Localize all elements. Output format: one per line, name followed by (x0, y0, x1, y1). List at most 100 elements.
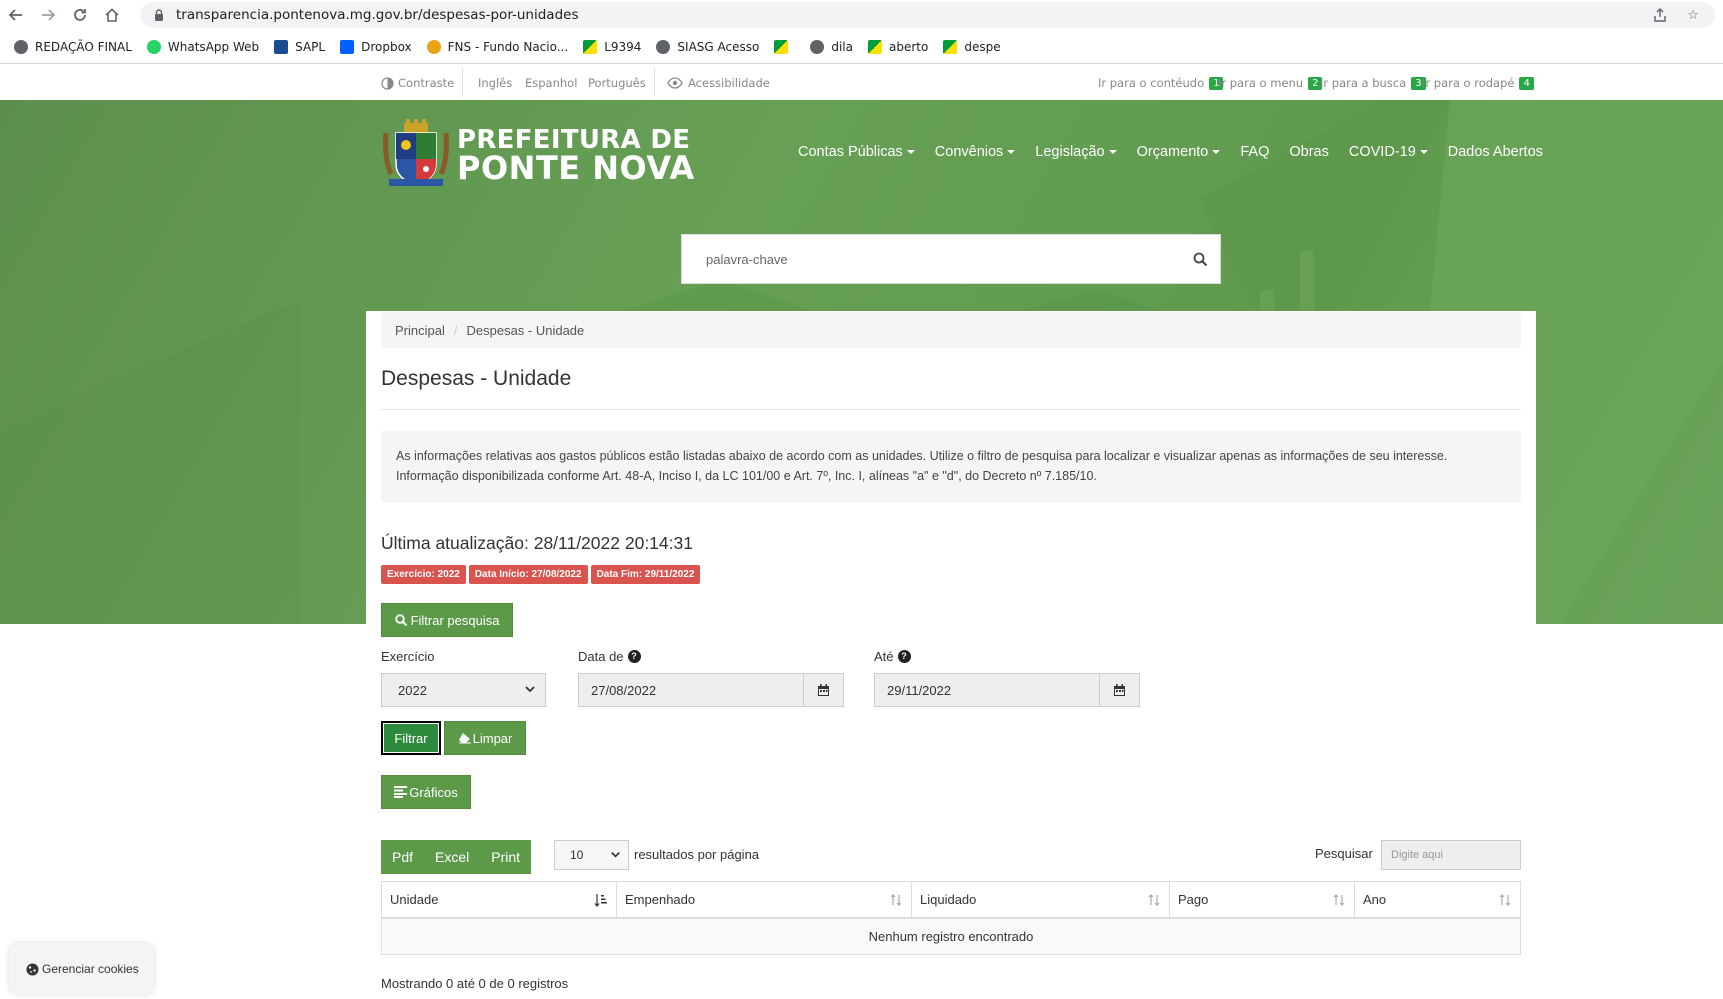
nav-item-label: Orçamento (1136, 144, 1209, 160)
filter-search-toggle-button[interactable]: Filtrar pesquisa (381, 603, 513, 637)
badge-data-inicio: Data Início: 27/08/2022 (468, 565, 588, 584)
caret-down-icon (906, 150, 915, 154)
breadcrumb-current: Despesas - Unidade (466, 322, 585, 338)
column-header-pago[interactable]: Pago (1169, 881, 1355, 919)
skip-to-content-link[interactable]: Ir para o contéudo 1 (1098, 76, 1224, 90)
column-header-ano[interactable]: Ano (1354, 881, 1521, 919)
help-question-icon[interactable]: ? (897, 650, 911, 663)
active-filter-badges: Exercício: 2022 Data Início: 27/08/2022 … (381, 565, 701, 584)
lang-pt-link[interactable]: Português (588, 76, 646, 90)
home-icon[interactable] (96, 0, 128, 30)
bookmark-star-icon[interactable]: ☆ (1687, 8, 1699, 23)
page-size-select[interactable]: 10 (554, 840, 629, 870)
forward-arrow-icon[interactable] (32, 0, 64, 30)
export-excel-button[interactable]: Excel (424, 840, 480, 874)
bookmark-item[interactable]: FNS - Fundo Nacio... (426, 39, 569, 54)
breadcrumb-home-link[interactable]: Principal (395, 323, 445, 338)
empty-table-message: Nenhum registro encontrado (381, 917, 1521, 955)
contrast-toggle[interactable]: Contraste (381, 76, 454, 90)
manage-cookies-button[interactable]: Gerenciar cookies (9, 943, 154, 995)
nav-item-covid-19[interactable]: COVID-19 (1349, 144, 1428, 160)
calendar-icon[interactable] (1100, 673, 1140, 707)
bookmark-item[interactable]: SAPL (274, 39, 326, 54)
bookmark-label: SAPL (295, 39, 326, 54)
column-header-unidade[interactable]: Unidade (381, 881, 617, 919)
bookmark-item[interactable] (774, 39, 795, 54)
bookmark-label: WhatsApp Web (167, 39, 260, 54)
bookmark-item[interactable]: Dropbox (340, 39, 412, 54)
dropbox-icon (340, 39, 355, 54)
expenses-table: Unidade Empenhado Liquidado Pago Ano Nen… (381, 881, 1521, 955)
ate-group: 29/11/2022 (874, 673, 1140, 707)
bookmark-item[interactable]: REDAÇÃO FINAL (14, 39, 132, 54)
url-text: transparencia.pontenova.mg.gov.br/despes… (176, 7, 579, 23)
nav-item-legislacao[interactable]: Legislação (1035, 144, 1117, 160)
bookmark-label: despe (964, 39, 1001, 54)
print-button[interactable]: Print (480, 840, 531, 874)
shortcut-key: 4 (1519, 76, 1534, 90)
bookmark-item[interactable]: SIASG Acesso (656, 39, 759, 54)
share-icon[interactable] (1653, 8, 1667, 22)
filter-button[interactable]: Filtrar (381, 721, 441, 755)
bookmark-label: L9394 (604, 39, 642, 54)
nav-item-obras[interactable]: Obras (1289, 144, 1329, 160)
nav-item-label: Contas Públicas (798, 144, 903, 160)
back-arrow-icon[interactable] (0, 0, 32, 30)
globe-icon (14, 39, 28, 54)
page-title: Despesas - Unidade (381, 367, 572, 390)
globe-icon (656, 39, 671, 54)
caret-down-icon (1007, 150, 1016, 154)
nav-item-label: Dados Abertos (1447, 144, 1543, 160)
data-de-input[interactable]: 27/08/2022 (578, 673, 804, 707)
caret-down-icon (1212, 150, 1221, 154)
bookmark-label: dila (831, 39, 853, 54)
skip-to-menu-link[interactable]: Ir para o menu 2 (1218, 76, 1323, 90)
nav-item-label: COVID-19 (1348, 144, 1416, 160)
nav-item-orcamento[interactable]: Orçamento (1137, 144, 1221, 160)
bookmark-item[interactable]: aberto (867, 39, 928, 54)
data-de-label: Data de ? (578, 649, 641, 664)
bookmarks-bar: REDAÇÃO FINAL WhatsApp Web SAPL Dropbox FNS … (0, 30, 1723, 64)
bookmark-label: REDAÇÃO FINAL (35, 39, 132, 54)
info-description: As informações relativas aos gastos públ… (381, 431, 1521, 503)
accessibility-link[interactable]: Acessibilidade (667, 76, 770, 90)
calendar-icon[interactable] (804, 673, 844, 707)
reload-icon[interactable] (64, 0, 96, 30)
contrast-icon (381, 76, 394, 90)
bookmark-item[interactable]: despe (943, 39, 1001, 54)
table-search-input[interactable] (1381, 840, 1521, 870)
help-question-icon[interactable]: ? (627, 650, 641, 663)
lang-es-link[interactable]: Espanhol (525, 76, 577, 90)
nav-item-convenios[interactable]: Convênios (935, 144, 1016, 160)
sort-icon (1499, 894, 1511, 906)
column-header-empenhado[interactable]: Empenhado (616, 881, 912, 919)
nav-item-contas-publicas[interactable]: Contas Públicas (798, 144, 915, 160)
nav-item-dados-abertos[interactable]: Dados Abertos (1448, 144, 1543, 160)
keyword-search-input[interactable] (682, 235, 1180, 283)
clear-button[interactable]: Limpar (444, 721, 526, 755)
ate-input[interactable]: 29/11/2022 (874, 673, 1100, 707)
eye-icon (667, 77, 683, 89)
skip-to-footer-link[interactable]: Ir para o rodapé 4 (1422, 76, 1534, 90)
sort-ascending-icon (594, 894, 607, 907)
divider (462, 67, 463, 97)
charts-button[interactable]: Gráficos (381, 775, 471, 809)
nav-item-faq[interactable]: FAQ (1240, 144, 1269, 160)
breadcrumb-separator: / (453, 322, 458, 338)
bookmark-label: FNS - Fundo Nacio... (447, 39, 569, 54)
skip-to-search-link[interactable]: Ir para a busca 3 (1320, 76, 1426, 90)
bookmark-item[interactable]: L9394 (583, 39, 642, 54)
city-logo-text[interactable]: PREFEITURA DE PONTE NOVA (457, 126, 695, 184)
badge-exercicio: Exercício: 2022 (381, 565, 466, 584)
exercicio-select[interactable]: 2022 (381, 673, 546, 707)
caret-down-icon (1419, 150, 1428, 154)
address-bar[interactable]: transparencia.pontenova.mg.gov.br/despes… (140, 2, 1715, 28)
export-pdf-button[interactable]: Pdf (381, 840, 424, 874)
flag-icon (943, 39, 958, 54)
column-header-liquidado[interactable]: Liquidado (911, 881, 1170, 919)
search-icon[interactable] (1180, 252, 1220, 267)
bookmark-item[interactable]: WhatsApp Web (146, 39, 260, 54)
search-icon (394, 613, 407, 626)
lang-en-link[interactable]: Inglês (478, 76, 512, 90)
bookmark-item[interactable]: dila (810, 39, 853, 54)
